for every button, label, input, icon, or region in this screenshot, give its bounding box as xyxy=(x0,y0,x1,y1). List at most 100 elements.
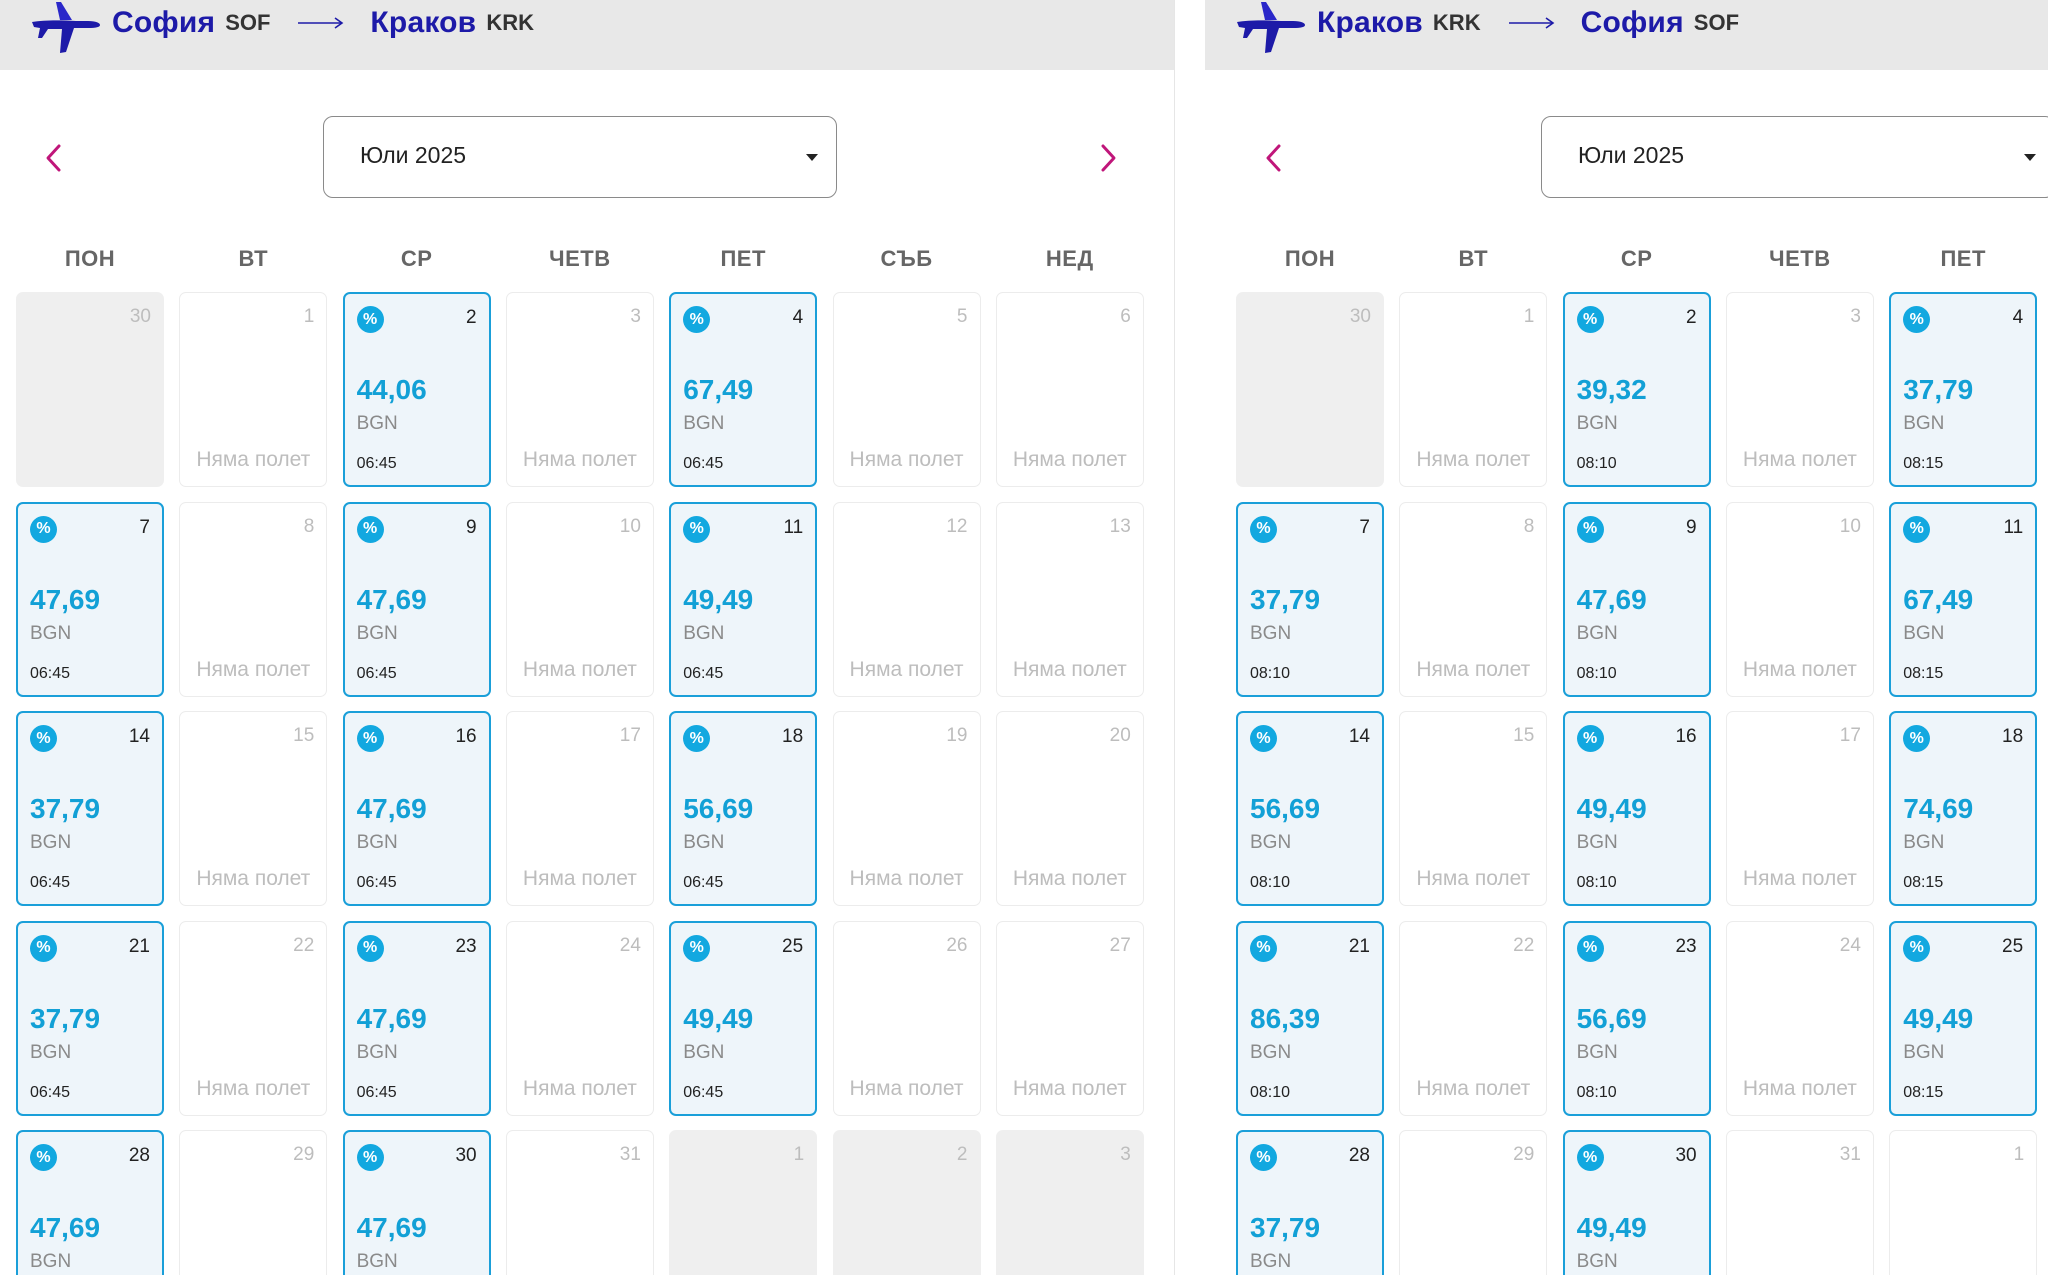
calendar-day-flight[interactable]: 28% 37,79 BGN xyxy=(1236,1130,1384,1275)
day-number: 9 xyxy=(466,516,477,538)
fare-currency: BGN xyxy=(356,1041,398,1063)
day-number: 27 xyxy=(1109,934,1131,956)
month-select[interactable]: Юли 2025 xyxy=(1541,116,2048,198)
no-flight-label: Няма полет xyxy=(849,867,964,890)
day-number: 24 xyxy=(1839,934,1861,956)
fare-currency: BGN xyxy=(1903,832,1945,853)
no-flight-label: Няма полет xyxy=(1742,1076,1857,1100)
calendar-day-flight[interactable]: 14% 56,69 BGN 08:10 xyxy=(1236,711,1384,906)
day-number: 7 xyxy=(1359,516,1370,538)
day-number: 11 xyxy=(2003,516,2024,538)
day-number: 8 xyxy=(1523,515,1535,537)
departure-time: 06:45 xyxy=(683,455,724,472)
departure-time: 08:15 xyxy=(1903,1083,1944,1101)
calendar-day-flight[interactable]: 9% 47,69 BGN 08:10 xyxy=(1562,501,1711,697)
day-number: 5 xyxy=(956,306,968,327)
fare-price: 67,49 xyxy=(683,374,754,405)
discount-icon: % xyxy=(1250,515,1277,543)
calendar-day-flight[interactable]: 4% 67,49 BGN 06:45 xyxy=(669,292,818,487)
calendar-day: 12 Няма полет xyxy=(832,501,981,697)
calendar-day-flight[interactable]: 16% 47,69 BGN 06:45 xyxy=(342,711,491,906)
discount-icon: % xyxy=(1903,725,1931,752)
no-flight-label: Няма полет xyxy=(522,657,637,681)
fare-currency: BGN xyxy=(356,832,398,853)
weekday-label: ПОН xyxy=(64,246,116,271)
calendar-day-flight[interactable]: 25% 49,49 BGN 06:45 xyxy=(669,920,818,1116)
fare-price: 49,49 xyxy=(1903,1002,1974,1034)
fare-currency: BGN xyxy=(1576,1251,1618,1272)
fare-price: 67,49 xyxy=(1903,583,1974,615)
calendar-day-flight[interactable]: 21% 37,79 BGN 06:45 xyxy=(16,920,164,1116)
calendar-day-flight[interactable]: 21% 86,39 BGN 08:10 xyxy=(1236,920,1384,1116)
calendar-day-flight[interactable]: 30% 49,49 BGN xyxy=(1562,1130,1711,1275)
calendar-day-flight[interactable]: 2% 44,06 BGN 06:45 xyxy=(342,292,491,487)
calendar-day-flight[interactable]: 11% 67,49 BGN 08:15 xyxy=(1889,501,2038,697)
calendar-day-flight[interactable]: 30% 47,69 BGN xyxy=(342,1130,491,1275)
departure-time: 06:45 xyxy=(30,874,71,891)
calendar-day: 2 xyxy=(832,1130,981,1275)
calendar-day-flight[interactable]: 25% 49,49 BGN 08:15 xyxy=(1889,920,2038,1116)
month-select[interactable]: Юли 2025 xyxy=(323,116,837,198)
fare-price: 86,39 xyxy=(1250,1002,1321,1034)
calendar-day: 17 Няма полет xyxy=(505,711,654,906)
day-number: 29 xyxy=(293,1144,315,1165)
calendar-day-flight[interactable]: 18% 74,69 BGN 08:15 xyxy=(1889,711,2038,906)
departure-time: 08:10 xyxy=(1576,664,1617,682)
day-number: 1 xyxy=(793,1144,805,1165)
calendar-day: 22 Няма полет xyxy=(179,920,328,1116)
calendar-day: 17 Няма полет xyxy=(1725,711,1874,906)
airplane-icon xyxy=(32,2,100,53)
discount-icon: % xyxy=(1903,934,1931,962)
calendar-day-flight[interactable]: 14% 37,79 BGN 06:45 xyxy=(16,711,164,906)
day-number: 23 xyxy=(455,935,477,957)
fare-price: 47,69 xyxy=(30,1212,101,1243)
departure-time: 06:45 xyxy=(356,874,397,891)
calendar-day-flight[interactable]: 28% 47,69 BGN xyxy=(16,1130,164,1275)
calendar-day-flight[interactable]: 16% 49,49 BGN 08:10 xyxy=(1562,711,1711,906)
calendar-day: 24 Няма полет xyxy=(505,920,654,1116)
discount-icon: % xyxy=(1250,725,1277,752)
calendar-day-flight[interactable]: 2% 39,32 BGN 08:10 xyxy=(1562,292,1711,487)
next-month-button[interactable] xyxy=(1093,140,1123,176)
fare-currency: BGN xyxy=(1250,622,1292,644)
origin-code: KRK xyxy=(1432,10,1481,35)
calendar-day-flight[interactable]: 4% 37,79 BGN 08:15 xyxy=(1889,292,2038,487)
day-number: 13 xyxy=(1109,515,1131,537)
prev-month-button[interactable] xyxy=(1259,140,1289,176)
discount-icon: % xyxy=(1576,306,1604,333)
day-number: 1 xyxy=(1523,306,1535,327)
fare-price: 49,49 xyxy=(683,583,754,615)
chevron-down-icon xyxy=(2024,154,2036,161)
day-number: 3 xyxy=(630,306,641,327)
calendar-day-flight[interactable]: 7% 47,69 BGN 06:45 xyxy=(16,501,164,697)
calendar-day-flight[interactable]: 7% 37,79 BGN 08:10 xyxy=(1236,501,1384,697)
fare-price: 49,49 xyxy=(1576,793,1647,824)
fare-price: 56,69 xyxy=(1576,1002,1647,1034)
fare-price: 44,06 xyxy=(356,374,427,405)
fare-currency: BGN xyxy=(683,1041,725,1063)
fare-price: 56,69 xyxy=(1250,793,1321,824)
discount-icon: % xyxy=(1576,1144,1604,1171)
no-flight-label: Няма полет xyxy=(1012,657,1127,681)
discount-icon: % xyxy=(1576,934,1604,962)
departure-time: 06:45 xyxy=(356,1083,397,1101)
calendar-day-flight[interactable]: 11% 49,49 BGN 06:45 xyxy=(669,501,818,697)
calendar-day-flight[interactable]: 18% 56,69 BGN 06:45 xyxy=(669,711,818,906)
calendar-day: 22 Няма полет xyxy=(1399,920,1548,1116)
discount-icon: % xyxy=(356,1144,384,1171)
calendar-day-flight[interactable]: 23% 56,69 BGN 08:10 xyxy=(1562,920,1711,1116)
departure-time: 08:10 xyxy=(1250,874,1291,891)
prev-month-button[interactable] xyxy=(39,140,69,176)
calendar-day-flight[interactable]: 23% 47,69 BGN 06:45 xyxy=(342,920,491,1116)
fare-currency: BGN xyxy=(30,622,72,644)
no-flight-label: Няма полет xyxy=(1416,867,1531,890)
fare-currency: BGN xyxy=(356,413,398,434)
calendar-day-flight[interactable]: 9% 47,69 BGN 06:45 xyxy=(342,501,491,697)
discount-icon: % xyxy=(683,725,711,752)
fare-price: 37,79 xyxy=(30,1002,101,1034)
weekday-label: СР xyxy=(400,246,433,271)
day-number: 21 xyxy=(128,935,150,957)
day-number: 1 xyxy=(2013,1144,2025,1165)
no-flight-label: Няма полет xyxy=(1416,657,1531,681)
fare-price: 37,79 xyxy=(30,793,101,824)
